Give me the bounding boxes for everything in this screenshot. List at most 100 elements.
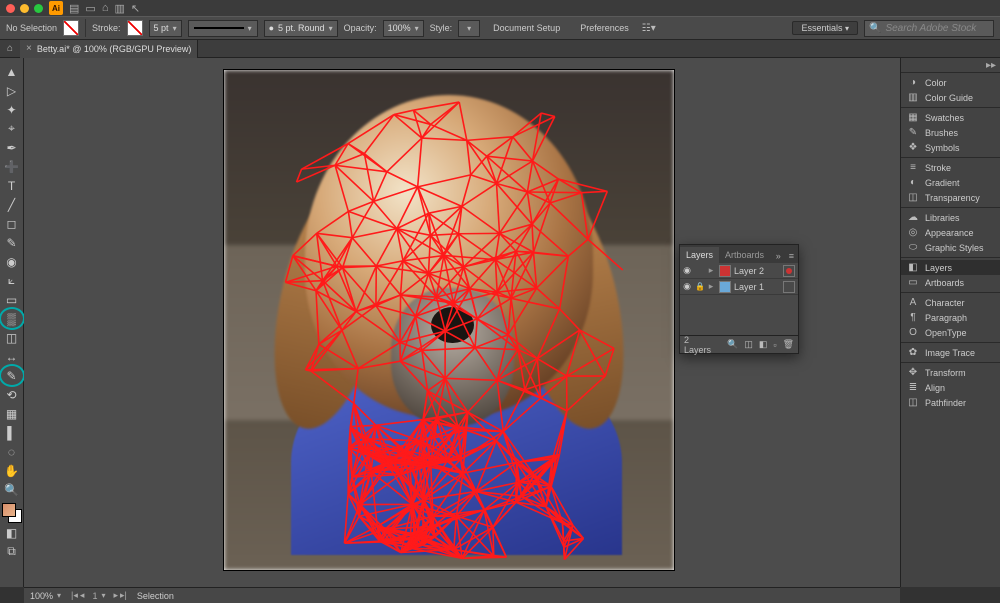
disclosure-icon[interactable]: ▸ [706,265,716,276]
tool-type[interactable]: T [1,176,23,195]
dock-item-libraries[interactable]: ☁Libraries [901,210,1000,225]
dock-item-pathfinder[interactable]: ◫Pathfinder [901,395,1000,410]
new-sublayer-icon[interactable]: ◧ [759,339,768,350]
menu-icon[interactable]: ▤ [69,2,79,15]
visibility-icon[interactable]: ◉ [680,281,694,292]
locate-object-icon[interactable]: 🔍 [727,339,738,350]
artboard-nav[interactable]: |◂◂1▸▸| [71,590,127,601]
opacity-field[interactable]: 100% [383,20,424,37]
tool-pen[interactable]: ✒ [1,138,23,157]
tool-hand[interactable]: ✋ [1,461,23,480]
tool-lasso[interactable]: ⌖ [1,119,23,138]
tool-gradient[interactable]: ▌ [1,423,23,442]
close-tab-icon[interactable]: × [26,43,32,54]
dock-item-symbols[interactable]: ❖Symbols [901,140,1000,155]
layer-row[interactable]: ◉ 🔒 ▸ Layer 1 [680,279,798,295]
tool-zoom[interactable]: 🔍 [1,480,23,499]
canvas-area[interactable]: Layers Artboards » ≡ ◉ ▸ Layer 2 ◉ 🔒 ▸ L… [24,58,900,587]
tool-line[interactable]: ╱ [1,195,23,214]
tool-draw-mode[interactable]: ◧ [1,523,23,542]
tool-direct-selection[interactable]: ▷ [1,81,23,100]
dock-item-gradient[interactable]: ◐Gradient [901,175,1000,190]
layer-row[interactable]: ◉ ▸ Layer 2 [680,263,798,279]
new-layer-icon[interactable]: ▫ [773,340,776,350]
disclosure-icon[interactable]: ▸ [706,281,716,292]
delete-layer-icon[interactable]: 🗑 [783,339,794,350]
dock-item-artboards[interactable]: ▭Artboards [901,275,1000,290]
tool-magic-wand[interactable]: ✦ [1,100,23,119]
stroke-profile-field[interactable] [188,20,258,37]
zoom-field[interactable]: 100% [30,591,61,601]
bridge-icon[interactable]: ▭ [85,2,95,15]
dock-item-color[interactable]: ◑Color [901,75,1000,90]
target-icon[interactable] [783,265,795,277]
style-field[interactable] [458,20,480,37]
fill-stroke-swatches[interactable] [2,503,22,523]
dock-item-align[interactable]: ≣Align [901,380,1000,395]
tool-paintbrush[interactable]: ✎ [1,233,23,252]
layers-panel-tab-artboards[interactable]: Artboards [719,247,770,263]
zoom-window-icon[interactable] [34,4,43,13]
layers-panel-menu-icon[interactable]: ≡ [785,249,798,263]
swatches-icon: ▦ [907,112,919,123]
align-icon: ≣ [907,382,919,393]
tab-home-icon[interactable]: ⌂ [0,43,20,54]
dock-item-swatches[interactable]: ▦Swatches [901,110,1000,125]
arrange-icon[interactable]: ▥ [114,2,124,15]
tool-rectangle[interactable]: ◻ [1,214,23,233]
dock-item-transparency[interactable]: ◫Transparency [901,190,1000,205]
dock-item-paragraph[interactable]: ¶Paragraph [901,310,1000,325]
dock-item-opentype[interactable]: OOpenType [901,325,1000,340]
dock-item-color-guide[interactable]: ▥Color Guide [901,90,1000,105]
cursor-icon[interactable]: ↖ [131,2,140,15]
layer-name[interactable]: Layer 1 [734,282,783,292]
dock-item-label: Character [925,298,965,308]
fill-swatch[interactable] [63,20,79,36]
stroke-weight-field[interactable]: 5 pt [149,20,182,37]
dock-item-brushes[interactable]: ✎Brushes [901,125,1000,140]
workspace-switcher[interactable]: Essentials ▾ [792,21,858,35]
tool-shaper[interactable]: ◉ [1,252,23,271]
visibility-icon[interactable]: ◉ [680,265,694,276]
document-setup-button[interactable]: Document Setup [486,20,567,37]
search-field[interactable]: 🔍 Search Adobe Stock [864,20,994,37]
align-to-icon[interactable]: ☷▾ [642,23,656,34]
document-tab-bar: ⌂ × Betty.ai* @ 100% (RGB/GPU Preview) [0,40,1000,58]
tool-eyedropper[interactable]: ✎ [1,366,23,385]
tool-blend[interactable]: ◌ [1,442,23,461]
close-window-icon[interactable] [6,4,15,13]
dock-item-appearance[interactable]: ◎Appearance [901,225,1000,240]
tool-eraser[interactable]: ⟀ [1,271,23,290]
dock-item-image-trace[interactable]: ✿Image Trace [901,345,1000,360]
stroke-swatch[interactable] [127,20,143,36]
make-clipmask-icon[interactable]: ◫ [744,339,753,350]
layers-panel-chevrons-icon[interactable]: » [772,249,785,263]
dock-collapse-icon[interactable]: ▸▸ [986,60,996,71]
document-tab-title: Betty.ai* @ 100% (RGB/GPU Preview) [37,44,192,54]
lock-icon[interactable]: 🔒 [694,282,706,291]
minimize-window-icon[interactable] [20,4,29,13]
tool-mesh[interactable]: ▦ [1,404,23,423]
home-icon[interactable]: ⌂ [102,2,109,14]
dock-item-layers[interactable]: ◧Layers [901,260,1000,275]
document-tab[interactable]: × Betty.ai* @ 100% (RGB/GPU Preview) [20,40,198,58]
tool-screen-mode[interactable]: ⧉ [1,542,23,561]
dock-item-character[interactable]: ACharacter [901,295,1000,310]
tool-width[interactable]: ▒ [1,309,23,328]
target-icon[interactable] [783,281,795,293]
layer-color-swatch [719,265,731,277]
dock-item-stroke[interactable]: ≡Stroke [901,160,1000,175]
macos-titlebar: Ai ▤ ▭ ⌂ ▥ ↖ [0,0,1000,16]
window-controls [6,4,43,13]
dock-item-transform[interactable]: ✥Transform [901,365,1000,380]
layer-name[interactable]: Layer 2 [734,266,783,276]
tool-selection[interactable]: ▲ [1,62,23,81]
layers-panel[interactable]: Layers Artboards » ≡ ◉ ▸ Layer 2 ◉ 🔒 ▸ L… [679,244,799,354]
tool-perspective[interactable]: ⟲ [1,385,23,404]
tool-curvature[interactable]: ➕ [1,157,23,176]
layers-panel-tab-layers[interactable]: Layers [680,247,719,263]
tool-free-transform[interactable]: ◫ [1,328,23,347]
dock-item-graphic-styles[interactable]: ⬭Graphic Styles [901,240,1000,255]
preferences-button[interactable]: Preferences [573,20,636,37]
brush-definition-field[interactable]: ●5 pt. Round [264,20,338,37]
